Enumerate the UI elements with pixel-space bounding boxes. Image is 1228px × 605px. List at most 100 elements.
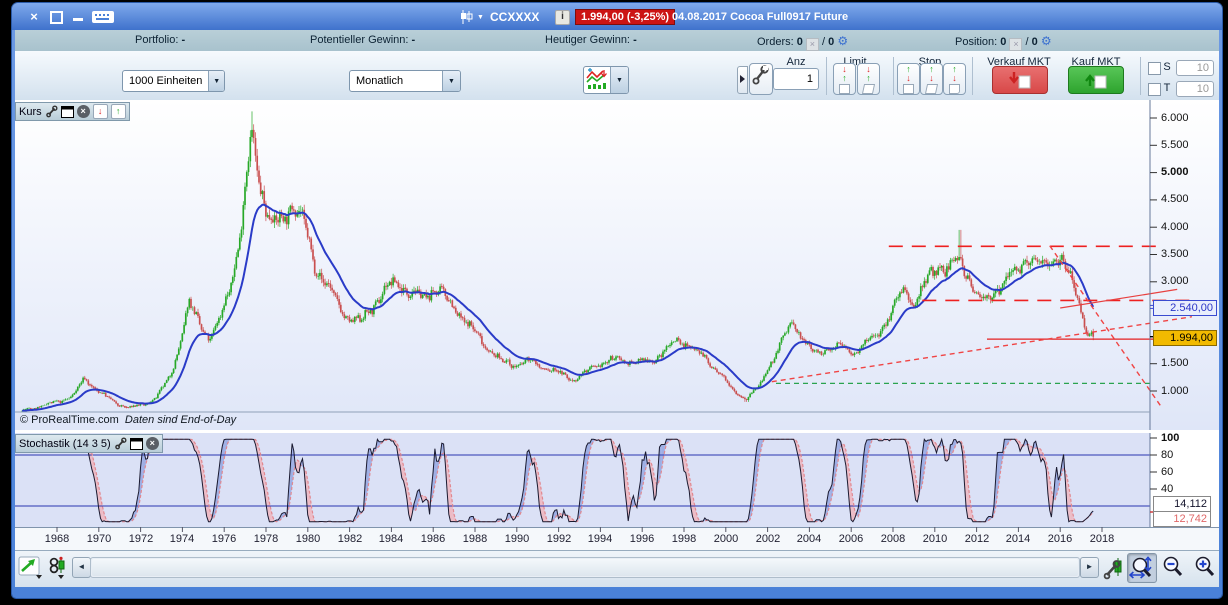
price-move-up-icon[interactable]: ↑ (111, 104, 126, 119)
order-display-tool-button[interactable] (46, 555, 72, 581)
position-count2: 0 (1032, 36, 1038, 48)
position-settings-gear-icon[interactable]: ⚙ (1041, 34, 1052, 48)
year-tick-label: 1980 (291, 533, 325, 545)
year-tick-label: 1992 (542, 533, 576, 545)
green-up-arrow-icon: ↑ (842, 74, 847, 83)
price-close-icon[interactable]: × (77, 105, 90, 118)
scroll-left-button[interactable]: ◄ (72, 557, 91, 578)
anz-label: Anz (773, 56, 819, 68)
green-up-arrow-icon: ↑ (866, 74, 871, 83)
year-tick-label: 1986 (416, 533, 450, 545)
buy-arrow-icon (1083, 70, 1109, 90)
units-select[interactable]: 1000 Einheiten ▼ (122, 70, 225, 92)
year-tick-label: 2006 (834, 533, 868, 545)
orders-executed-count: 0 (828, 36, 834, 48)
toolbar-separator (826, 57, 827, 95)
timeframe-select-value: Monatlich (350, 75, 442, 87)
order-page-icon (925, 84, 938, 94)
year-tick-label: 1974 (165, 533, 199, 545)
restore-window-icon[interactable] (47, 9, 65, 25)
stoch-tick-label: 100 (1161, 432, 1179, 444)
minimize-window-icon[interactable] (69, 9, 87, 25)
year-tick-label: 1968 (40, 533, 74, 545)
price-move-down-icon[interactable]: ↓ (93, 104, 108, 119)
wrench-icon (750, 64, 770, 90)
limit-order-edit-button[interactable]: ↓↑ (857, 63, 880, 95)
red-down-arrow-icon: ↓ (929, 74, 934, 83)
anz-input[interactable] (773, 68, 819, 90)
year-tick-label: 1990 (500, 533, 534, 545)
portfolio-label: Portfolio: - (135, 34, 185, 46)
chart-options-button[interactable] (1103, 556, 1125, 580)
price-settings-wrench-icon[interactable] (45, 105, 58, 118)
price-panel-title: Kurs (19, 106, 42, 118)
eod-note: Daten sind End-of-Day (125, 414, 236, 426)
stochastic-panel-tab: Stochastik (14 3 5) × (15, 434, 163, 453)
limit-sell-buy-order-button[interactable]: ↓↑ (833, 63, 856, 95)
instrument-title: 04.08.2017 Cocoa Full0917 Future (672, 11, 848, 23)
title-bar: × ▼ CCXXXX i 1.994,00 (-3,25%) 04.08.201… (12, 3, 1222, 30)
year-tick-label: 2018 (1085, 533, 1119, 545)
stochastic-close-icon[interactable]: × (146, 437, 159, 450)
info-badge-icon[interactable]: i (555, 10, 570, 25)
toolbar-separator (893, 57, 894, 95)
chart-type-arrow-icon[interactable]: ▼ (610, 67, 628, 93)
scroll-right-button[interactable]: ► (1080, 557, 1099, 578)
close-position-icon[interactable]: × (1009, 38, 1022, 51)
buy-market-button[interactable] (1068, 66, 1124, 94)
stoch-fill (297, 460, 299, 473)
scrollbar-thumb[interactable] (92, 559, 1078, 576)
stochastic-settings-wrench-icon[interactable] (114, 437, 127, 450)
price-tick-label: 3.500 (1161, 248, 1189, 260)
portfolio-value: - (181, 34, 185, 46)
today-gain-label: Heutiger Gewinn: - (545, 34, 637, 46)
chevron-down-icon[interactable]: ▼ (477, 14, 484, 21)
price-tick-label: 4.500 (1161, 193, 1189, 205)
collapse-arrow-icon (740, 75, 745, 83)
chart-type-button[interactable]: ▼ (583, 66, 629, 94)
order-page-icon (862, 84, 875, 94)
keyboard-icon[interactable] (92, 11, 114, 27)
stoch-tick-label: 40 (1161, 483, 1173, 495)
timeframe-select-arrow-icon[interactable]: ▼ (442, 71, 460, 91)
order-panel-collapse-button[interactable] (737, 66, 748, 94)
price-window-icon[interactable] (61, 105, 74, 118)
zoom-in-icon (1192, 554, 1218, 580)
stop-order-button-1[interactable]: ↑↓ (897, 63, 920, 95)
zoom-drag-icon (1129, 555, 1155, 581)
close-window-icon[interactable]: × (25, 9, 43, 25)
cancel-orders-icon[interactable]: × (806, 38, 819, 51)
sell-market-button[interactable] (992, 66, 1048, 94)
year-tick-label: 1998 (667, 533, 701, 545)
stop-distance-input[interactable] (1176, 60, 1214, 76)
year-tick-label: 2002 (751, 533, 785, 545)
time-scrollbar[interactable] (90, 557, 1080, 578)
timeframe-select[interactable]: Monatlich ▼ (349, 70, 461, 92)
order-settings-button[interactable] (749, 63, 773, 95)
stop-order-button-2[interactable]: ↑↓ (920, 63, 943, 95)
orders-settings-gear-icon[interactable]: ⚙ (837, 34, 848, 48)
year-tick-label: 2004 (792, 533, 826, 545)
drawing-tool-button[interactable] (18, 555, 44, 581)
wrench-candle-icon (1103, 556, 1125, 580)
units-select-arrow-icon[interactable]: ▼ (208, 71, 224, 91)
stochastic-window-icon[interactable] (130, 437, 143, 450)
year-tick-label: 2012 (960, 533, 994, 545)
zoom-out-button[interactable] (1159, 553, 1187, 581)
target-distance-input[interactable] (1176, 81, 1214, 97)
stochastic-chart-svg[interactable] (15, 433, 1219, 527)
orders-open-count: 0 (797, 36, 803, 48)
zoom-selection-button[interactable] (1127, 553, 1157, 583)
target-checkbox[interactable] (1148, 83, 1161, 96)
zoom-in-button[interactable] (1191, 553, 1219, 581)
stop-order-button-3[interactable]: ↑↓ (943, 63, 966, 95)
stoch-tick-label: 80 (1161, 449, 1173, 461)
price-panel-tab: Kurs × ↓ ↑ (15, 102, 130, 121)
year-tick-label: 2008 (876, 533, 910, 545)
copyright-text: © ProRealTime.com (20, 414, 119, 426)
last-price-badge: 1.994,00 (1153, 330, 1217, 346)
stop-checkbox[interactable] (1148, 62, 1161, 75)
year-tick-label: 1984 (374, 533, 408, 545)
year-tick-label: 2000 (709, 533, 743, 545)
price-chart-svg[interactable] (15, 100, 1219, 430)
